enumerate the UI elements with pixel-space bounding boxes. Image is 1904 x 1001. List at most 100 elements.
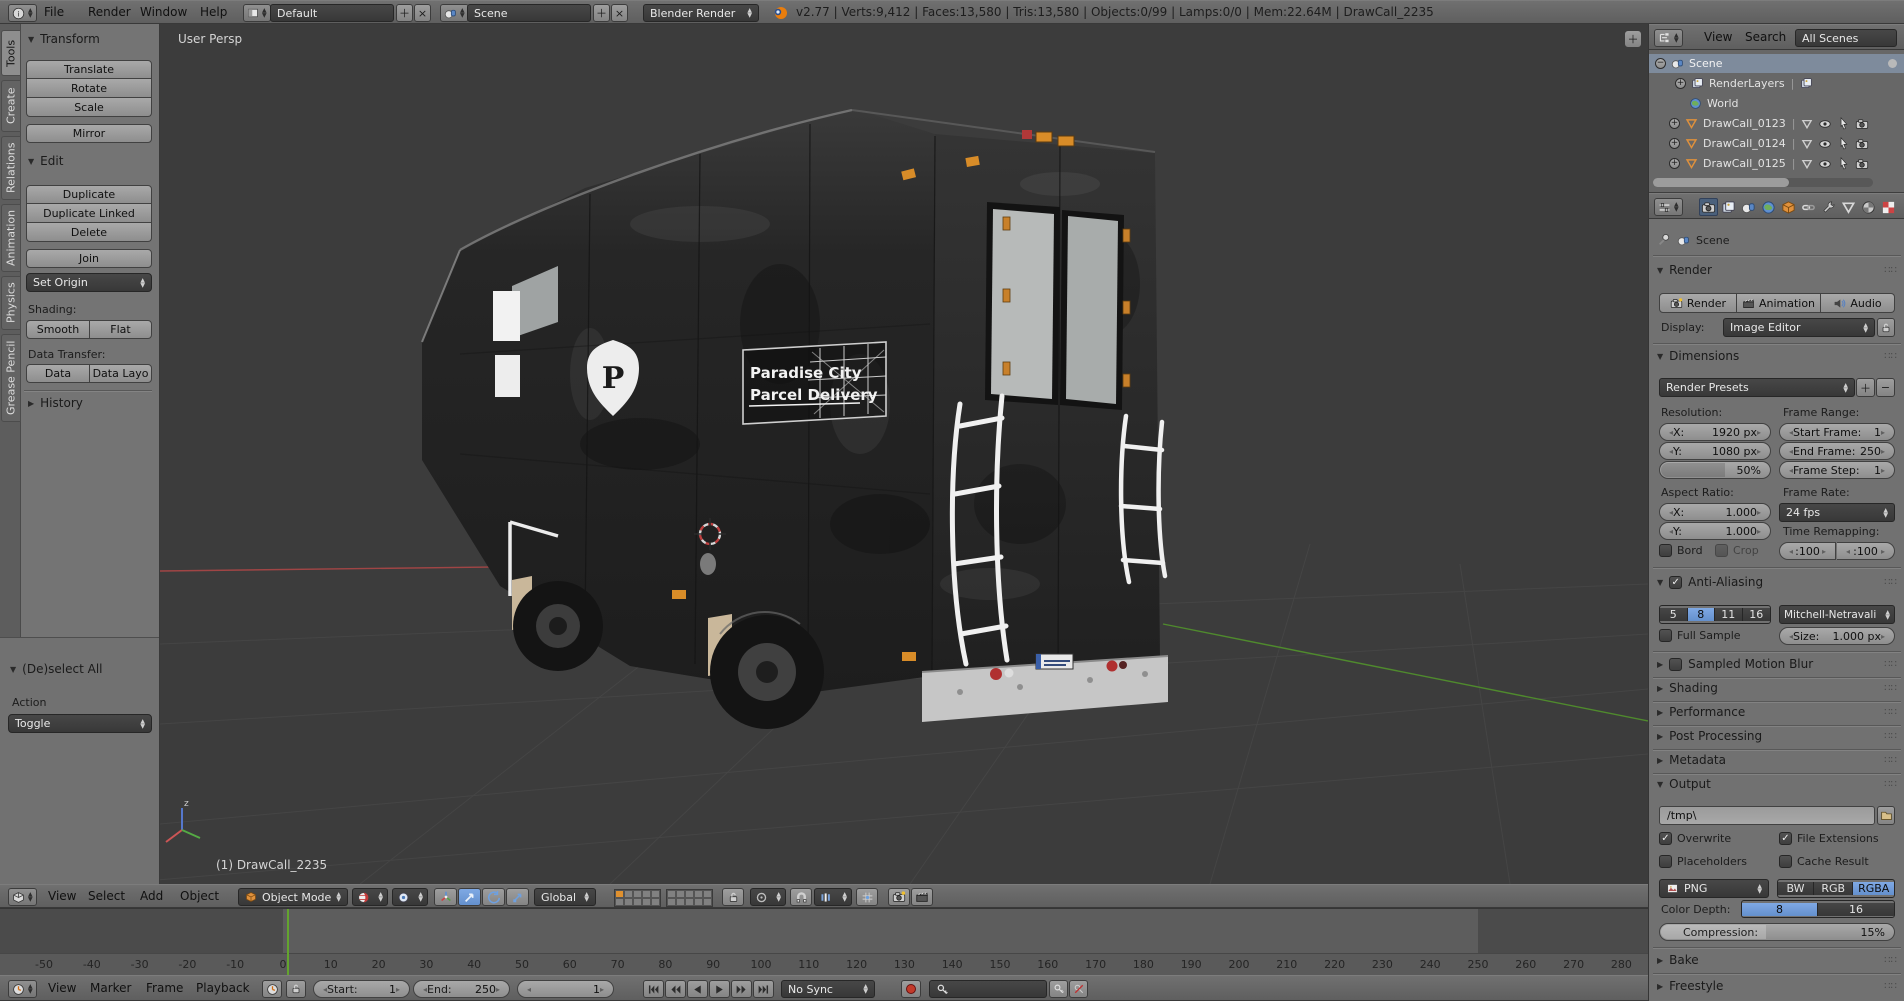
crop-checkbox-row[interactable]: Crop [1715,544,1759,557]
color-mode-bw[interactable]: BW [1778,882,1814,895]
aa-samples-5[interactable]: 5 [1660,608,1688,621]
anti-aliasing-checkbox[interactable]: ✓ [1669,575,1683,589]
menu-window[interactable]: Window [140,1,187,23]
play-reverse-button[interactable] [687,980,708,998]
frame-step-field[interactable]: ◂ Frame Step: 1 ▸ [1779,461,1895,479]
timeline-ruler[interactable]: -50 -40 -30 -20 -10 0 10 20 30 40 50 60 70 80 90 100 110… [0,953,1648,976]
eye-icon[interactable] [1818,117,1832,131]
camera-render-icon[interactable] [1855,137,1869,151]
render-button[interactable]: Render [1659,293,1737,313]
aa-size-field[interactable]: ◂ Size: 1.000 px ▸ [1779,627,1895,645]
menu-view[interactable]: View [48,885,76,907]
motion-blur-checkbox[interactable] [1669,657,1683,671]
output-path-field[interactable]: /tmp\ [1659,806,1875,825]
eye-icon[interactable] [1818,157,1832,171]
timeline-playhead[interactable] [287,909,289,976]
panel-header-performance[interactable]: ▶ Performance ∷∷ [1657,705,1897,719]
panel-header-post-processing[interactable]: ▶ Post Processing ∷∷ [1657,729,1897,743]
panel-header-bake[interactable]: ▶ Bake ∷∷ [1657,953,1897,967]
outliner-row-drawcall-0124[interactable]: + DrawCall_0124 | [1649,134,1904,153]
layers-widget[interactable] [614,889,713,907]
tab-tools[interactable]: Tools [1,30,21,76]
menu-tl-marker[interactable]: Marker [90,976,131,1000]
aa-filter-select[interactable]: Mitchell-Netravali ▲ ▼ [1779,605,1895,624]
display-lock-button[interactable] [1877,318,1895,337]
action-select[interactable]: Toggle ▲ ▼ [8,714,152,733]
expand-icon[interactable]: + [1669,158,1680,169]
editor-type-3dview-button[interactable]: ▲ ▼ [8,888,37,906]
auto-keyframe-record-button[interactable] [901,980,921,998]
join-button[interactable]: Join [26,249,152,268]
overwrite-row[interactable]: ✓ Overwrite [1659,832,1731,845]
scene-icon-button[interactable]: ▲ ▼ [440,4,469,22]
expand-icon[interactable]: + [1669,118,1680,129]
editor-type-timeline-button[interactable]: ▲ ▼ [8,980,37,998]
menu-object[interactable]: Object [180,885,219,907]
outliner-hscrollbar[interactable] [1653,178,1873,187]
panel-header-dimensions[interactable]: ▼ Dimensions ∷∷ [1657,349,1897,363]
menu-tl-view[interactable]: View [48,976,76,1000]
editor-type-outliner-button[interactable]: ▲ ▼ [1654,29,1683,47]
cursor-select-icon[interactable] [1837,157,1850,170]
expand-icon[interactable]: + [1675,78,1686,89]
start-frame-field[interactable]: ◂ Start: 1 ▸ [313,980,410,998]
panel-header-render[interactable]: ▼ Render ∷∷ [1657,263,1897,277]
add-preset-button[interactable]: ＋ [1856,378,1875,397]
aspect-y-field[interactable]: ◂ Y: 1.000 ▸ [1659,522,1771,540]
add-scene-button[interactable]: ＋ [593,4,610,22]
overwrite-checkbox[interactable]: ✓ [1659,832,1672,845]
duplicate-linked-button[interactable]: Duplicate Linked [26,204,152,223]
lock-time-button[interactable] [286,980,306,998]
editor-type-info-button[interactable]: ▲ ▼ [8,4,37,22]
outliner-row-renderlayers[interactable]: + RenderLayers | [1649,74,1904,93]
opengl-render-anim-button[interactable] [911,888,933,906]
context-constraints-tab[interactable] [1799,198,1818,216]
aa-samples-16[interactable]: 16 [1742,608,1770,621]
play-button[interactable] [709,980,730,998]
context-material-tab[interactable] [1859,198,1878,216]
snap-element-select[interactable]: ▲ ▼ [814,888,852,906]
display-select[interactable]: Image Editor ▲ ▼ [1723,318,1875,337]
camera-render-icon[interactable] [1855,157,1869,171]
smooth-button[interactable]: Smooth [26,320,89,339]
color-depth-16[interactable]: 16 [1818,902,1894,916]
context-data-tab[interactable] [1839,198,1858,216]
menu-outliner-search[interactable]: Search [1745,25,1786,49]
resolution-x-field[interactable]: ◂ X: 1920 px ▸ [1659,423,1771,441]
end-frame-field[interactable]: ◂ End: 250 ▸ [413,980,510,998]
tab-create[interactable]: Create [1,80,21,132]
operator-panel-header[interactable]: ▼ (De)select All [10,662,103,676]
rotate-button[interactable]: Rotate [26,79,152,98]
outliner-row-drawcall-0123[interactable]: + DrawCall_0123 | [1649,114,1904,133]
color-depth-8[interactable]: 8 [1742,902,1818,916]
prev-keyframe-button[interactable] [665,980,686,998]
remove-preset-button[interactable]: − [1876,378,1895,397]
context-render-layers-tab[interactable] [1719,198,1738,216]
opengl-render-button[interactable] [888,888,910,906]
full-sample-row[interactable]: Full Sample [1659,629,1741,642]
sync-mode-select[interactable]: No Sync ▲ ▼ [781,980,875,998]
close-layout-button[interactable]: × [414,4,431,22]
expand-properties-region-button[interactable]: ＋ [1624,30,1642,48]
timeline-editor[interactable]: -50 -40 -30 -20 -10 0 10 20 30 40 50 60 70 80 90 100 110… [0,908,1648,976]
screen-layout-icon-button[interactable]: ▲ ▼ [243,4,271,22]
current-frame-field[interactable]: ◂ 1 ▸ [517,980,614,998]
manipulator-toggle-button[interactable] [434,888,457,906]
context-modifiers-tab[interactable] [1819,198,1838,216]
resolution-percentage-slider[interactable]: 50% [1659,461,1771,479]
menu-help[interactable]: Help [200,1,227,23]
cache-result-checkbox[interactable] [1779,855,1792,868]
cache-result-row[interactable]: Cache Result [1779,855,1869,868]
data-button[interactable]: Data [26,364,89,383]
panel-header-freestyle[interactable]: ▶ Freestyle ∷∷ [1657,979,1897,993]
next-keyframe-button[interactable] [731,980,752,998]
scale-manipulator-button[interactable] [506,888,529,906]
file-format-select[interactable]: PNG ▲ ▼ [1659,879,1769,898]
outliner-display-filter-select[interactable]: All Scenes [1795,29,1897,47]
translate-button[interactable]: Translate [26,60,152,79]
compression-slider[interactable]: Compression: 15% [1659,923,1895,941]
context-world-tab[interactable] [1759,198,1778,216]
resolution-y-field[interactable]: ◂ Y: 1080 px ▸ [1659,442,1771,460]
duplicate-button[interactable]: Duplicate [26,185,152,204]
frame-rate-select[interactable]: 24 fps ▲ ▼ [1779,503,1895,522]
